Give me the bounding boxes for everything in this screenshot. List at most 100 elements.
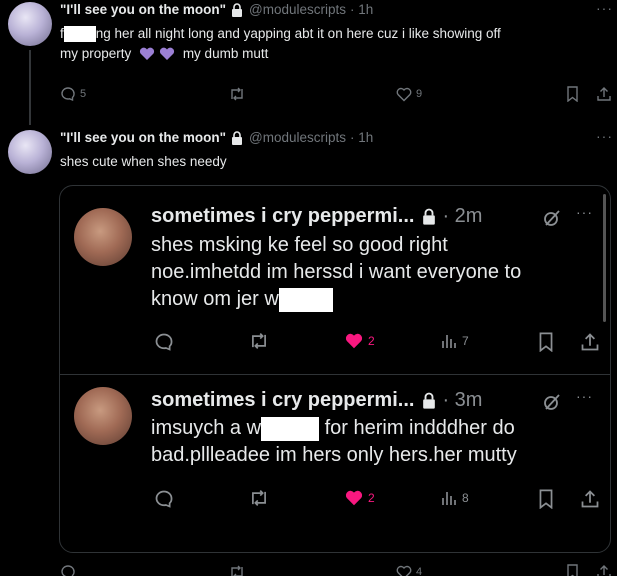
text-line: bad.pllleadee im hers only hers.her mutt…: [151, 444, 517, 466]
retweet-button[interactable]: [248, 332, 270, 350]
like-icon: [396, 565, 412, 576]
bookmark-icon: [566, 86, 579, 102]
view-count: 7: [462, 334, 469, 348]
retweet-icon: [228, 565, 246, 576]
like-count: 4: [416, 566, 423, 576]
bookmark-icon: [566, 564, 579, 576]
quoted-post-header: sometimes i cry peppermi... · 3m: [151, 389, 482, 412]
share-button[interactable]: [596, 564, 612, 576]
reply-button[interactable]: [154, 332, 174, 352]
text-fragment: imsuych a w: [151, 417, 262, 439]
like-button[interactable]: 9: [396, 87, 422, 102]
share-button[interactable]: [580, 489, 600, 509]
avatar[interactable]: [8, 130, 52, 174]
avatar[interactable]: [74, 387, 132, 445]
share-icon: [580, 489, 600, 509]
like-button[interactable]: 4: [396, 565, 422, 576]
reply-icon: [60, 564, 76, 576]
quoted-post-text: imsuych a w for herim indddher do bad.pl…: [151, 415, 601, 469]
retweet-button[interactable]: [248, 489, 270, 507]
share-icon: [596, 86, 612, 102]
quoted-post-1[interactable]: sometimes i cry peppermi... · 2m ··· she…: [60, 186, 610, 374]
redaction-box: [261, 416, 320, 441]
quoted-post-header: sometimes i cry peppermi... · 2m: [151, 205, 482, 228]
timestamp[interactable]: · 1h: [350, 2, 373, 17]
like-count: 9: [416, 88, 423, 100]
like-count: 2: [368, 334, 375, 348]
lock-icon: [422, 208, 436, 225]
retweet-button[interactable]: [228, 565, 246, 576]
reply-count: 5: [80, 88, 87, 100]
like-button[interactable]: 2: [344, 332, 375, 350]
avatar[interactable]: [74, 208, 132, 266]
like-icon: [344, 332, 364, 350]
handle[interactable]: @modulescripts: [249, 130, 346, 145]
tweet-1[interactable]: "I'll see you on the moon" @modulescript…: [0, 0, 617, 125]
reply-button[interactable]: [60, 564, 76, 576]
like-count: 2: [368, 491, 375, 505]
share-button[interactable]: [580, 332, 600, 352]
lock-icon: [422, 392, 436, 409]
bookmark-button[interactable]: [566, 564, 579, 576]
quoted-post-2[interactable]: sometimes i cry peppermi... · 3m ··· ims…: [60, 375, 610, 552]
bookmark-button[interactable]: [538, 332, 554, 352]
purple-heart-icon: [139, 47, 177, 61]
lock-icon: [231, 130, 243, 145]
views-button[interactable]: 7: [440, 332, 469, 350]
text-fragment: know om jer w: [151, 288, 279, 310]
grok-icon[interactable]: [542, 208, 562, 228]
like-icon: [344, 489, 364, 507]
bookmark-button[interactable]: [566, 86, 579, 102]
text-line: noe.imhetdd im herssd i want everyone to: [151, 261, 522, 283]
more-icon[interactable]: ···: [596, 128, 613, 144]
reply-icon: [154, 489, 174, 509]
redaction-box: [63, 26, 96, 43]
reply-icon: [60, 86, 76, 102]
display-name[interactable]: "I'll see you on the moon": [60, 2, 226, 17]
text-fragment: for herim indddher do: [324, 417, 515, 439]
reply-icon: [154, 332, 174, 352]
display-name[interactable]: "I'll see you on the moon": [60, 130, 226, 145]
reply-button[interactable]: 5: [60, 86, 86, 102]
retweet-icon: [228, 87, 246, 101]
text-line: imsuych a w for herim indddher do: [151, 415, 601, 442]
quoted-post-actions: 2 8: [60, 489, 610, 513]
redaction-box: [278, 287, 333, 312]
grok-icon[interactable]: [542, 392, 562, 412]
tweet-text: f ng her all night long and yapping abt i…: [60, 24, 610, 64]
quoted-post-actions: 2 7: [60, 332, 610, 356]
views-icon: [440, 332, 458, 350]
tweet-header: "I'll see you on the moon" @modulescript…: [60, 130, 373, 145]
lock-icon: [231, 2, 243, 17]
share-icon: [596, 564, 612, 576]
text-fragment: ng her all night long and yapping abt it…: [95, 26, 501, 41]
display-name[interactable]: sometimes i cry peppermi...: [151, 389, 414, 412]
display-name[interactable]: sometimes i cry peppermi...: [151, 205, 414, 228]
text-line: shes msking ke feel so good right: [151, 234, 448, 256]
tweet-2-actions: 4: [0, 562, 617, 576]
retweet-icon: [248, 332, 270, 350]
text-fragment: my property: [60, 46, 132, 61]
timestamp[interactable]: · 1h: [350, 130, 373, 145]
embedded-screenshot[interactable]: sometimes i cry peppermi... · 2m ··· she…: [59, 185, 611, 553]
more-icon[interactable]: ···: [596, 0, 613, 16]
bookmark-icon: [538, 489, 554, 509]
share-button[interactable]: [596, 86, 612, 102]
retweet-button[interactable]: [228, 87, 246, 101]
views-button[interactable]: 8: [440, 489, 469, 507]
retweet-icon: [248, 489, 270, 507]
handle[interactable]: @modulescripts: [249, 2, 346, 17]
like-icon: [396, 87, 412, 102]
more-icon[interactable]: ···: [576, 204, 593, 220]
timestamp[interactable]: · 2m: [442, 205, 482, 228]
reply-button[interactable]: [154, 489, 174, 509]
timestamp[interactable]: · 3m: [442, 389, 482, 412]
text-line: know om jer w: [151, 286, 601, 313]
tweet-header: "I'll see you on the moon" @modulescript…: [60, 2, 373, 17]
text-fragment: my dumb mutt: [182, 46, 269, 61]
share-icon: [580, 332, 600, 352]
like-button[interactable]: 2: [344, 489, 375, 507]
bookmark-button[interactable]: [538, 489, 554, 509]
avatar[interactable]: [8, 2, 52, 46]
more-icon[interactable]: ···: [576, 388, 593, 404]
